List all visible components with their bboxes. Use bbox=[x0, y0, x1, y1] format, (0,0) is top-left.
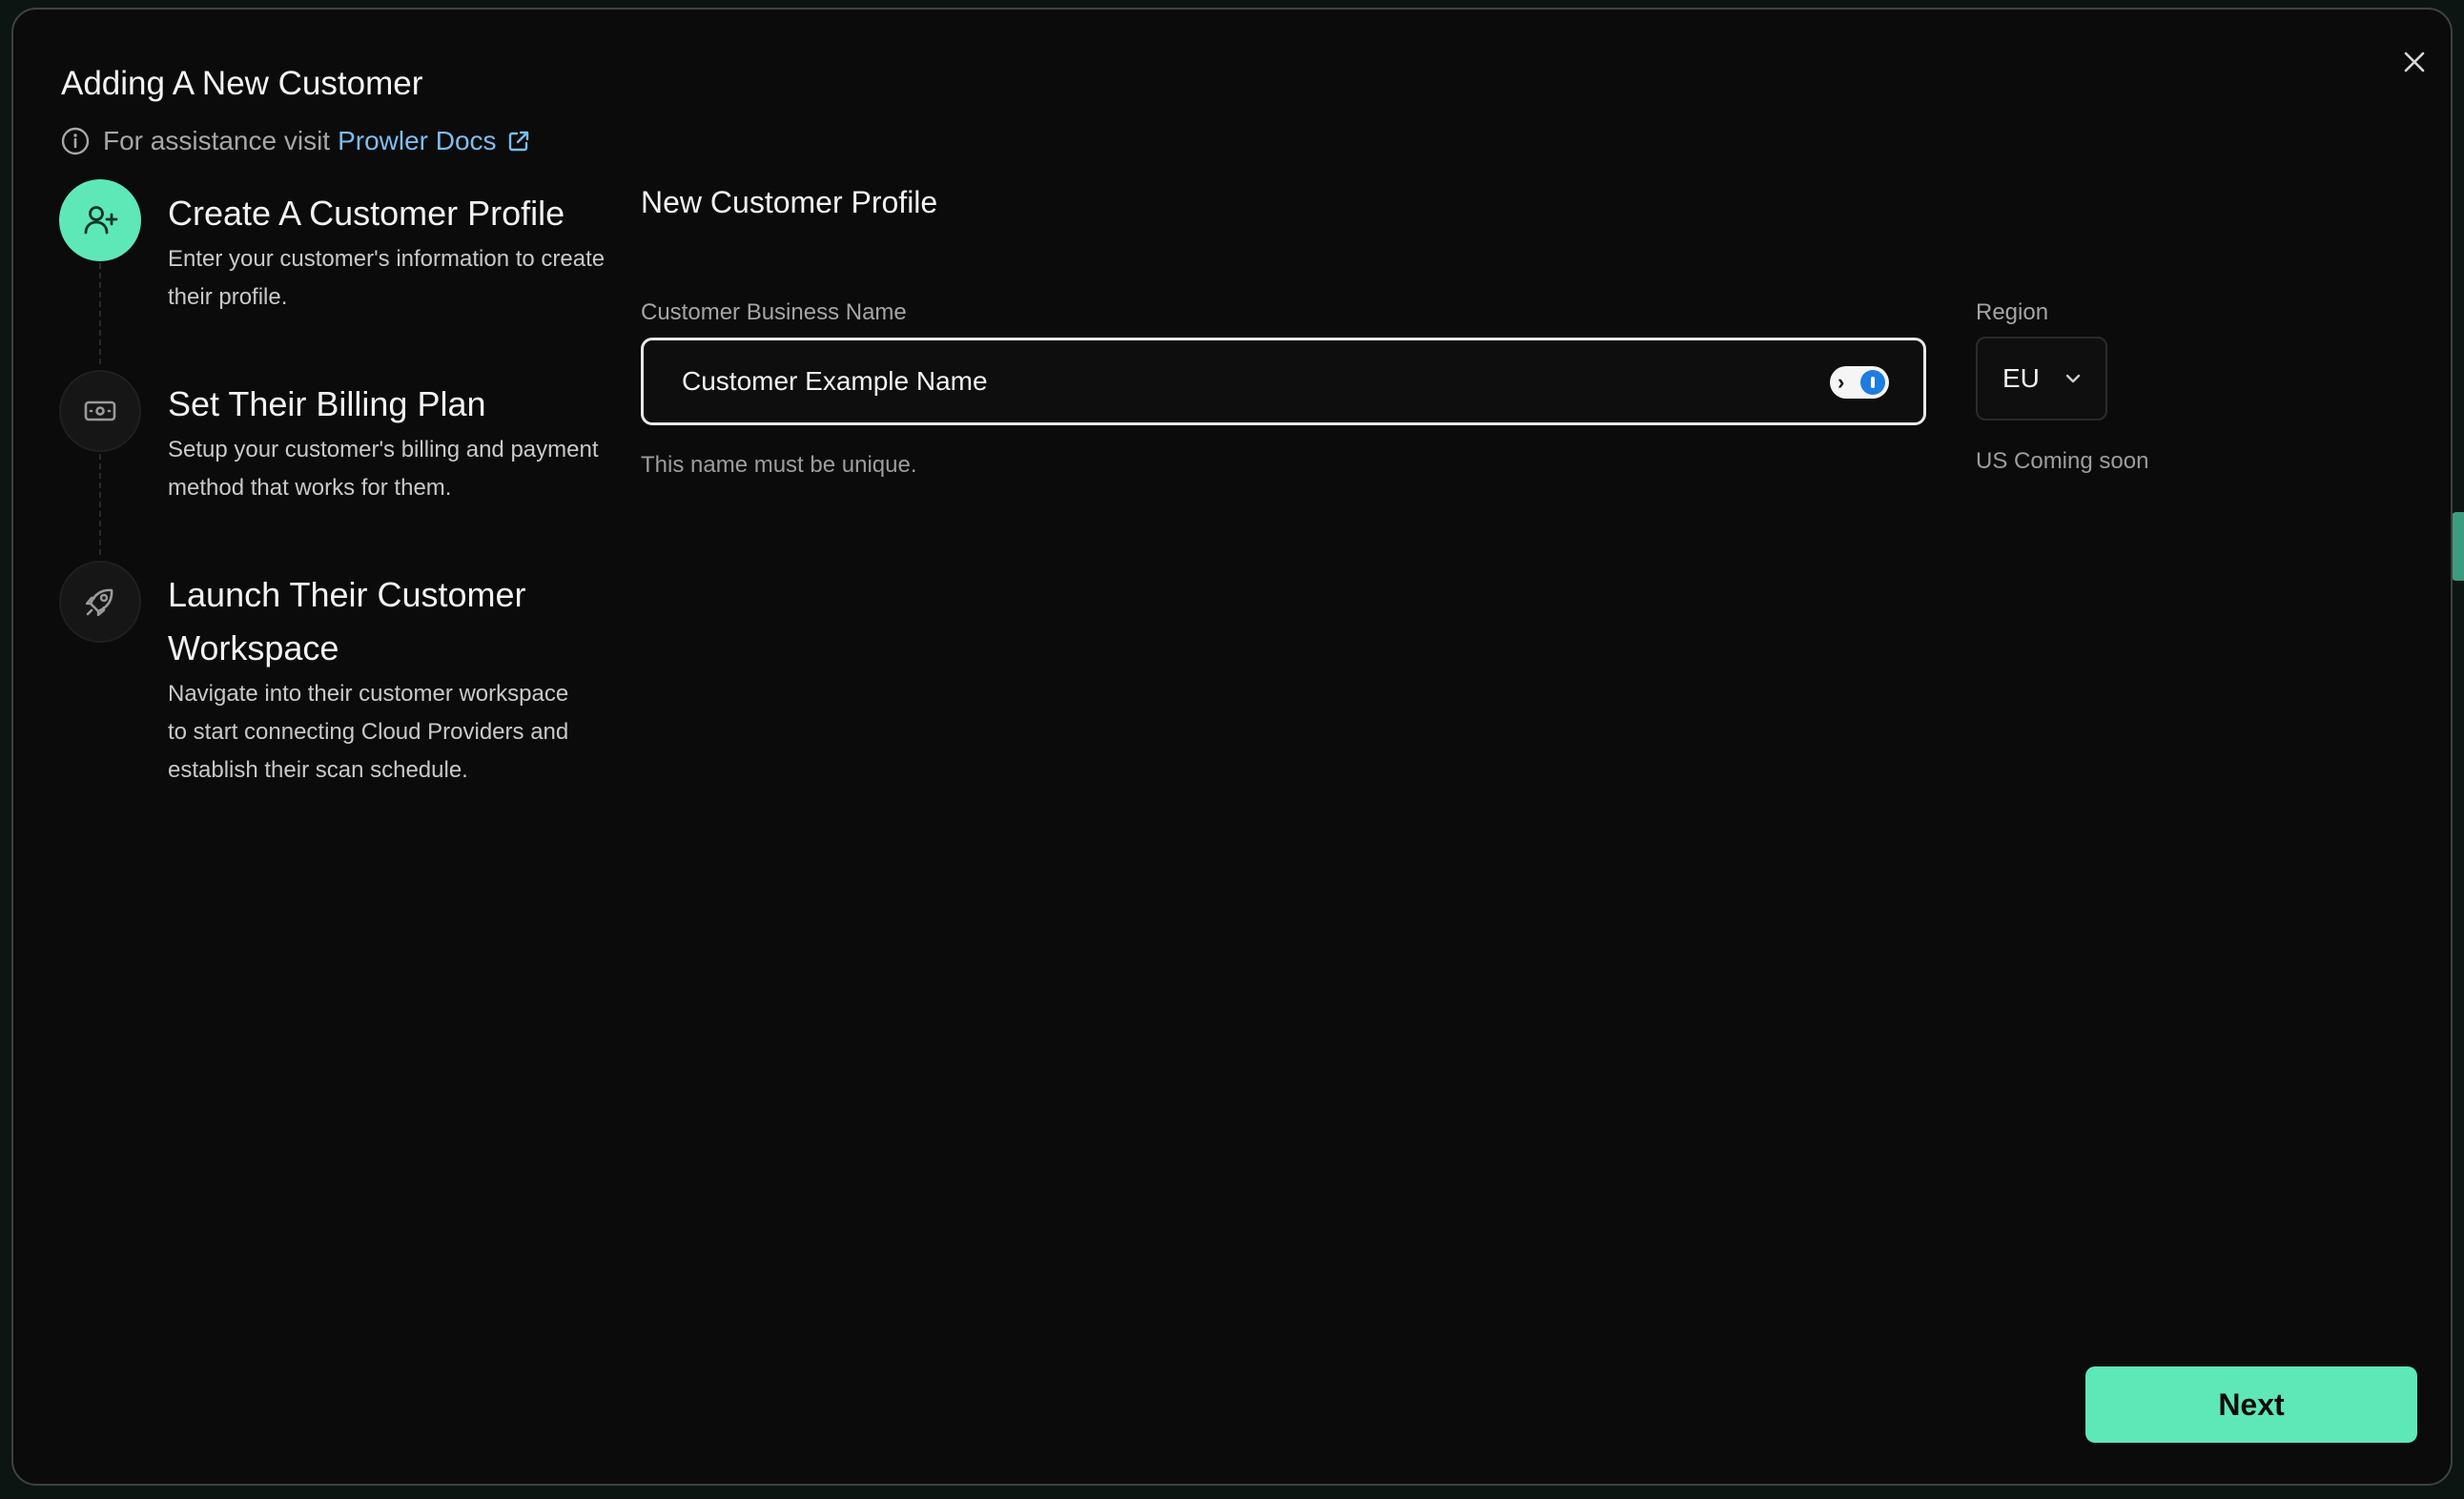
add-customer-modal: Adding A New Customer For assistance vis… bbox=[11, 8, 2453, 1486]
next-button[interactable]: Next bbox=[2085, 1366, 2417, 1443]
step-1-description: Enter your customer's information to cre… bbox=[168, 246, 606, 310]
rocket-icon bbox=[85, 588, 113, 617]
close-icon bbox=[2404, 51, 2425, 72]
modal-title: Adding A New Customer bbox=[61, 65, 423, 102]
prowler-docs-link[interactable]: Prowler Docs bbox=[338, 126, 530, 156]
business-name-label: Customer Business Name bbox=[641, 299, 907, 325]
step-3-title: Launch Their Customer Workspace bbox=[168, 575, 526, 667]
external-link-icon bbox=[508, 131, 528, 152]
banknote-icon bbox=[84, 400, 116, 421]
business-name-field[interactable]: › bbox=[641, 338, 1926, 425]
region-select[interactable]: EU bbox=[1976, 337, 2107, 421]
business-name-input[interactable] bbox=[682, 366, 1731, 397]
step-3-description: Navigate into their customer workspace t… bbox=[168, 681, 569, 783]
step-1-title: Create A Customer Profile bbox=[168, 194, 565, 233]
step-3-indicator bbox=[59, 561, 141, 643]
step-connector bbox=[99, 263, 101, 364]
step-1-indicator bbox=[59, 179, 141, 261]
background-panel-edge bbox=[2451, 512, 2464, 581]
chevron-right-icon: › bbox=[1838, 370, 1845, 394]
password-manager-icon bbox=[1860, 370, 1885, 395]
assistance-text: For assistance visit bbox=[103, 126, 331, 155]
region-value: EU bbox=[2002, 363, 2040, 393]
info-icon bbox=[61, 127, 90, 155]
region-label: Region bbox=[1976, 299, 2049, 325]
user-plus-icon bbox=[84, 206, 118, 235]
region-hint: US Coming soon bbox=[1976, 448, 2149, 474]
close-button[interactable] bbox=[2400, 48, 2429, 76]
step-2-indicator bbox=[59, 370, 141, 452]
chevron-down-icon bbox=[2065, 374, 2081, 383]
prowler-docs-label: Prowler Docs bbox=[338, 126, 497, 155]
form-heading: New Customer Profile bbox=[641, 185, 938, 219]
business-name-hint: This name must be unique. bbox=[641, 452, 917, 478]
assistance-line: For assistance visit Prowler Docs bbox=[61, 126, 531, 156]
step-2-title: Set Their Billing Plan bbox=[168, 384, 486, 423]
password-manager-toggle[interactable]: › bbox=[1830, 366, 1889, 399]
step-2-description: Setup your customer's billing and paymen… bbox=[168, 437, 599, 501]
step-connector bbox=[99, 454, 101, 555]
